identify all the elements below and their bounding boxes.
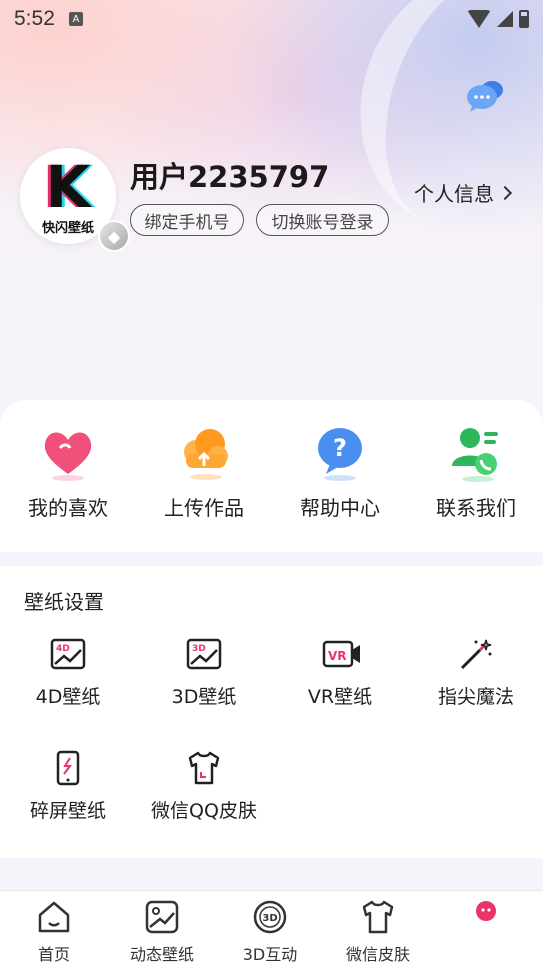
3d-interactive-icon: 3D: [252, 899, 288, 935]
wallpaper-item-label: 3D壁纸: [171, 686, 237, 708]
wallpaper-item-3d[interactable]: 3D 3D壁纸: [136, 636, 272, 709]
quick-action-label: 帮助中心: [300, 496, 380, 520]
quick-action-label: 联系我们: [436, 496, 516, 520]
wallpaper-item-4d[interactable]: 4D 4D壁纸: [0, 636, 136, 709]
quick-action-favorites[interactable]: 我的喜欢: [0, 422, 136, 532]
wallpaper-item-label: VR壁纸: [307, 686, 373, 708]
tshirt-icon: [360, 899, 396, 935]
tab-label: 动态壁纸: [129, 945, 194, 964]
live-wallpaper-icon: [144, 899, 180, 935]
wallpaper-item-vr[interactable]: VR VR壁纸: [272, 636, 408, 709]
tab-label: 首页: [37, 945, 70, 964]
svg-text:?: ?: [333, 434, 347, 462]
3d-wallpaper-icon: 3D: [186, 636, 222, 672]
message-button[interactable]: [464, 78, 506, 114]
help-icon: ?: [310, 422, 370, 482]
heart-icon: [38, 422, 98, 482]
wallpaper-item-label: 碎屏壁纸: [29, 800, 106, 822]
personal-info-link[interactable]: 个人信息: [414, 178, 513, 207]
status-bar: 5:52 A: [0, 0, 543, 38]
quick-action-label: 我的喜欢: [28, 496, 108, 520]
personal-info-label: 个人信息: [414, 182, 494, 206]
quick-actions-card: 我的喜欢 上传作品 ? 帮助中心 联系我们: [0, 400, 543, 552]
vr-camera-icon: VR: [322, 636, 360, 672]
broken-phone-icon: [50, 750, 86, 786]
svg-text:VR: VR: [328, 649, 347, 663]
section-title: 壁纸设置: [24, 590, 104, 614]
tab-live-wallpaper[interactable]: 动态壁纸: [108, 899, 216, 965]
wallpaper-item-wechat-qq-skin[interactable]: 微信QQ皮肤: [136, 750, 272, 823]
tab-home[interactable]: 首页: [0, 899, 108, 965]
svg-text:3D: 3D: [262, 913, 277, 924]
diamond-icon: ◆: [98, 220, 130, 252]
quick-action-label: 上传作品: [164, 496, 244, 520]
4d-wallpaper-icon: 4D: [50, 636, 86, 672]
wallpaper-item-label: 微信QQ皮肤: [151, 800, 257, 822]
tab-3d-interactive[interactable]: 3D 3D互动: [216, 899, 324, 965]
wallpaper-item-label: 4D壁纸: [35, 686, 101, 708]
wallpaper-item-magic[interactable]: 指尖魔法: [408, 636, 543, 709]
wallpaper-settings-card: 壁纸设置 4D 4D壁纸 3D 3D壁纸 VR VR壁纸 指尖魔法 碎屏壁纸 微…: [0, 566, 543, 858]
bottom-tab-bar: 首页 动态壁纸 3D 3D互动 微信皮肤: [0, 890, 543, 967]
signal-icon: [497, 11, 513, 27]
magic-wand-icon: [458, 636, 494, 672]
wifi-icon: [467, 10, 491, 28]
svg-text:4D: 4D: [56, 644, 70, 654]
tab-label: 微信皮肤: [345, 945, 410, 964]
username: 用户2235797: [130, 160, 330, 194]
battery-icon: [519, 10, 529, 28]
wallpaper-item-label: 指尖魔法: [437, 686, 514, 708]
status-time: 5:52: [14, 7, 55, 30]
profile-section: K 快闪壁纸 ◆ 用户2235797 绑定手机号 切换账号登录 个人信息: [20, 148, 530, 252]
quick-action-upload[interactable]: 上传作品: [136, 422, 272, 532]
mine-icon: [468, 899, 504, 935]
tshirt-icon: [186, 750, 222, 786]
bind-phone-button[interactable]: 绑定手机号: [130, 204, 244, 236]
avatar-logo-letter: K: [45, 153, 91, 221]
svg-text:3D: 3D: [192, 644, 206, 654]
wallpaper-item-broken-screen[interactable]: 碎屏壁纸: [0, 750, 136, 823]
contact-icon: [446, 422, 506, 482]
quick-action-contact[interactable]: 联系我们: [408, 422, 543, 532]
tab-mine[interactable]: [432, 899, 540, 941]
tab-wechat-skin[interactable]: 微信皮肤: [324, 899, 432, 965]
cloud-upload-icon: [174, 422, 234, 482]
notification-icon: A: [68, 12, 83, 26]
switch-account-button[interactable]: 切换账号登录: [256, 204, 389, 236]
chat-bubble-icon: [467, 81, 503, 112]
chevron-right-icon: [497, 185, 513, 200]
tab-label: 3D互动: [242, 945, 298, 964]
home-icon: [36, 899, 72, 935]
quick-action-help[interactable]: ? 帮助中心: [272, 422, 408, 532]
